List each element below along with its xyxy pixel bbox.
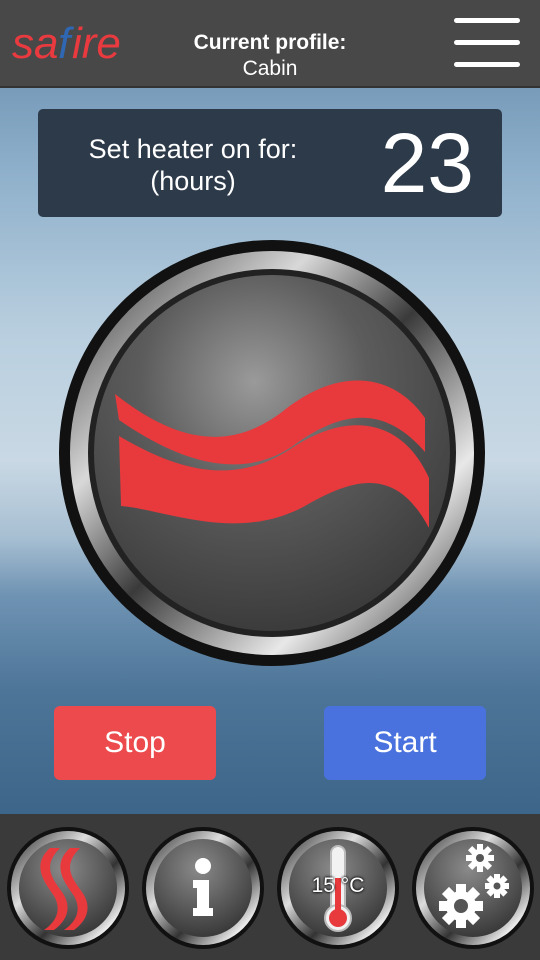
timer-hours-value[interactable]: 23 xyxy=(381,117,474,209)
profile-name: Cabin xyxy=(242,57,298,80)
svg-text:s: s xyxy=(12,19,34,68)
nav-settings-button[interactable] xyxy=(411,826,535,950)
profile-title: Current profile: xyxy=(193,31,347,54)
timer-label: Set heater on for: (hours) xyxy=(78,133,308,197)
svg-text:a: a xyxy=(34,19,58,68)
timer-label-line2: (hours) xyxy=(150,166,236,196)
menu-line xyxy=(454,18,520,23)
top-bar: s a f ire Current profile: Cabin xyxy=(0,0,540,88)
menu-line xyxy=(454,40,520,45)
stop-button[interactable]: Stop xyxy=(54,706,216,780)
nav-home-button[interactable] xyxy=(6,826,130,950)
safire-logo-icon xyxy=(7,827,129,949)
heater-timer-panel: Set heater on for: (hours) 23 xyxy=(38,109,502,217)
nav-temperature-button[interactable]: 15 °C xyxy=(276,826,400,950)
info-icon xyxy=(142,827,264,949)
temperature-readout: 15 °C xyxy=(311,874,365,897)
timer-label-line1: Set heater on for: xyxy=(88,134,298,164)
nav-info-button[interactable] xyxy=(141,826,265,950)
svg-text:ire: ire xyxy=(72,19,120,68)
heater-power-button[interactable] xyxy=(57,238,487,668)
safire-logo: s a f ire xyxy=(12,19,120,68)
start-button[interactable]: Start xyxy=(324,706,486,780)
hamburger-menu-button[interactable] xyxy=(454,18,520,68)
current-profile: Current profile: Cabin xyxy=(160,30,380,82)
gears-icon xyxy=(412,827,534,949)
menu-line xyxy=(454,62,520,67)
